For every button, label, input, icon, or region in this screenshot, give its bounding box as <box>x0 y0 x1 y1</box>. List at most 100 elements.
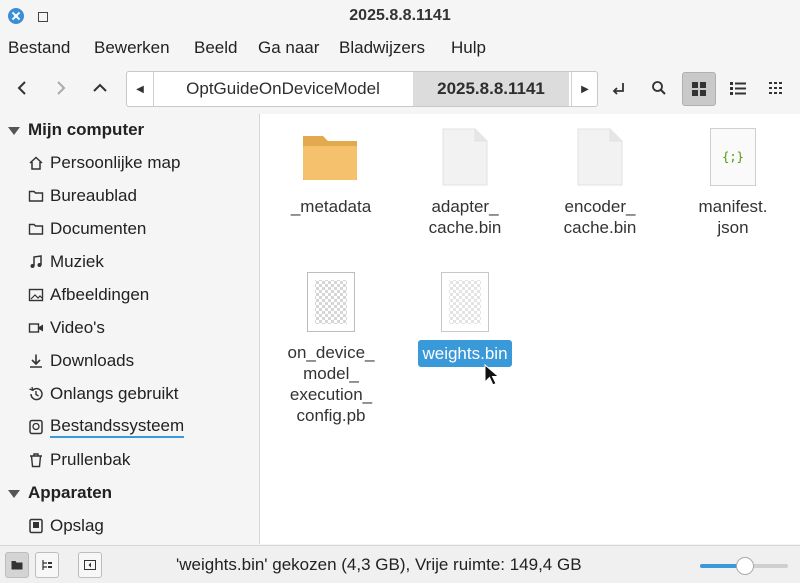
status-bar: 'weights.bin' gekozen (4,3 GB), Vrije ru… <box>0 545 800 583</box>
menu-hulp[interactable]: Hulp <box>451 38 486 58</box>
sidebar-item-label: Bestandssysteem <box>50 416 185 438</box>
sidebar-item-label: Onlangs gebruikt <box>50 384 179 403</box>
sidebar-item-label: Documenten <box>50 219 147 238</box>
file-name: _metadata <box>290 197 372 216</box>
section-label: Mijn computer <box>28 120 145 139</box>
history-icon <box>28 386 44 402</box>
sidebar-item-downloads[interactable]: Downloads <box>28 348 134 374</box>
sidebar-item-filesystem[interactable]: Bestandssysteem <box>28 414 185 440</box>
status-text: 'weights.bin' gekozen (4,3 GB), Vrije ru… <box>176 555 582 574</box>
zoom-slider-handle[interactable] <box>736 557 754 575</box>
search-button[interactable] <box>643 72 675 104</box>
file-name-line: cache.bin <box>428 218 502 237</box>
show-places-button[interactable] <box>5 552 29 578</box>
sidebar: Mijn computer Persoonlijke map Bureaubla… <box>0 114 260 544</box>
sidebar-item-music[interactable]: Muziek <box>28 249 104 275</box>
file-item-execution-config[interactable]: on_device_ model_ execution_ config.pb <box>276 272 386 426</box>
file-item-metadata[interactable]: _metadata <box>276 128 386 217</box>
sidebar-item-home[interactable]: Persoonlijke map <box>28 150 180 176</box>
binary-file-icon <box>441 272 489 332</box>
icon-view-button[interactable] <box>682 72 716 106</box>
compact-view-icon <box>769 82 782 94</box>
breadcrumb-current[interactable]: 2025.8.8.1141 <box>413 72 569 106</box>
section-label: Apparaten <box>28 483 113 502</box>
sidebar-item-recent[interactable]: Onlangs gebruikt <box>28 381 179 407</box>
sidebar-item-label: Prullenbak <box>50 450 131 469</box>
list-view-button[interactable] <box>722 72 754 104</box>
menu-beeld[interactable]: Beeld <box>194 38 237 58</box>
breadcrumb-parent[interactable]: OptGuideOnDeviceModel <box>155 72 411 106</box>
location-toggle-icon <box>612 83 624 95</box>
music-icon <box>28 254 44 270</box>
window-title: 2025.8.8.1141 <box>349 7 451 24</box>
sidebar-item-trash[interactable]: Prullenbak <box>28 447 130 473</box>
blank-file-icon <box>577 128 623 186</box>
sidebar-item-documents[interactable]: Documenten <box>28 216 146 242</box>
sidebar-item-label: Opslag <box>50 516 104 535</box>
sidebar-item-label: Downloads <box>50 351 135 370</box>
image-icon <box>28 287 44 303</box>
file-name-selected: weights.bin <box>418 340 512 367</box>
section-my-computer[interactable]: Mijn computer <box>8 120 144 140</box>
file-view: _metadata adapter_ cache.bin encoder_cach… <box>260 114 800 544</box>
search-icon <box>652 81 666 95</box>
video-icon <box>28 320 44 336</box>
folder-icon <box>303 136 357 180</box>
download-icon <box>28 353 44 369</box>
sidebar-item-pictures[interactable]: Afbeeldingen <box>28 282 149 308</box>
file-item-adapter-cache[interactable]: adapter_ cache.bin <box>410 128 520 238</box>
sidebar-toggle-icon <box>84 560 96 570</box>
back-button[interactable] <box>6 72 38 104</box>
folder-icon <box>28 221 44 237</box>
home-icon <box>28 155 44 171</box>
folder-icon <box>11 561 23 570</box>
breadcrumb: ◀ OptGuideOnDeviceModel 2025.8.8.1141 ▶ <box>126 71 598 107</box>
file-name-line: encoder_ <box>564 197 636 216</box>
sidebar-item-label: Video's <box>50 318 105 337</box>
breadcrumb-scroll-right[interactable]: ▶ <box>571 72 597 106</box>
toggle-sidebar-button[interactable] <box>78 552 102 578</box>
up-arrow-icon <box>93 83 107 92</box>
sidebar-item-label: Afbeeldingen <box>50 285 150 304</box>
disk-icon <box>28 518 44 534</box>
file-item-encoder-cache[interactable]: encoder_ cache.bin <box>545 128 655 238</box>
breadcrumb-scroll-left[interactable]: ◀ <box>127 72 154 106</box>
show-tree-button[interactable] <box>35 552 59 578</box>
up-button[interactable] <box>84 72 116 104</box>
binary-file-icon <box>307 272 355 332</box>
section-devices[interactable]: Apparaten <box>8 483 112 503</box>
zoom-slider[interactable] <box>700 557 788 575</box>
json-file-icon: {;} <box>710 128 756 186</box>
menu-bestand[interactable]: Bestand <box>8 38 70 58</box>
sidebar-item-desktop[interactable]: Bureaublad <box>28 183 137 209</box>
json-glyph: {;} <box>722 149 744 164</box>
menu-bar: Bestand Bewerken Beeld Ga naar Bladwijze… <box>0 36 800 62</box>
file-name-line: execution_ <box>289 385 373 404</box>
sidebar-item-videos[interactable]: Video's <box>28 315 105 341</box>
grid-view-icon <box>692 82 706 96</box>
collapse-triangle-icon <box>8 126 20 135</box>
file-name-line: config.pb <box>296 406 366 425</box>
mouse-cursor-icon <box>484 364 500 386</box>
tree-view-icon <box>42 560 52 570</box>
menu-bewerken[interactable]: Bewerken <box>94 38 170 58</box>
back-arrow-icon <box>17 81 26 95</box>
forward-arrow-icon <box>57 81 66 95</box>
menu-ga-naar[interactable]: Ga naar <box>258 38 319 58</box>
file-name-line: json <box>717 218 749 237</box>
menu-bladwijzers[interactable]: Bladwijzers <box>339 38 425 58</box>
forward-button[interactable] <box>45 72 77 104</box>
compact-view-button[interactable] <box>760 72 792 104</box>
drive-icon <box>28 419 44 435</box>
file-name-line: manifest. <box>698 197 768 216</box>
file-item-weights[interactable]: weights.bin <box>410 272 520 367</box>
sidebar-item-label: Bureaublad <box>50 186 137 205</box>
file-name-line: cache.bin <box>563 218 637 237</box>
toggle-location-button[interactable] <box>604 72 636 104</box>
collapse-triangle-icon <box>8 489 20 498</box>
file-item-manifest[interactable]: {;} manifest. json <box>678 128 788 238</box>
sidebar-item-storage[interactable]: Opslag <box>28 513 104 539</box>
sidebar-item-label: Persoonlijke map <box>50 153 181 172</box>
title-bar: 2025.8.8.1141 <box>0 0 800 34</box>
file-name-line: model_ <box>303 364 359 383</box>
